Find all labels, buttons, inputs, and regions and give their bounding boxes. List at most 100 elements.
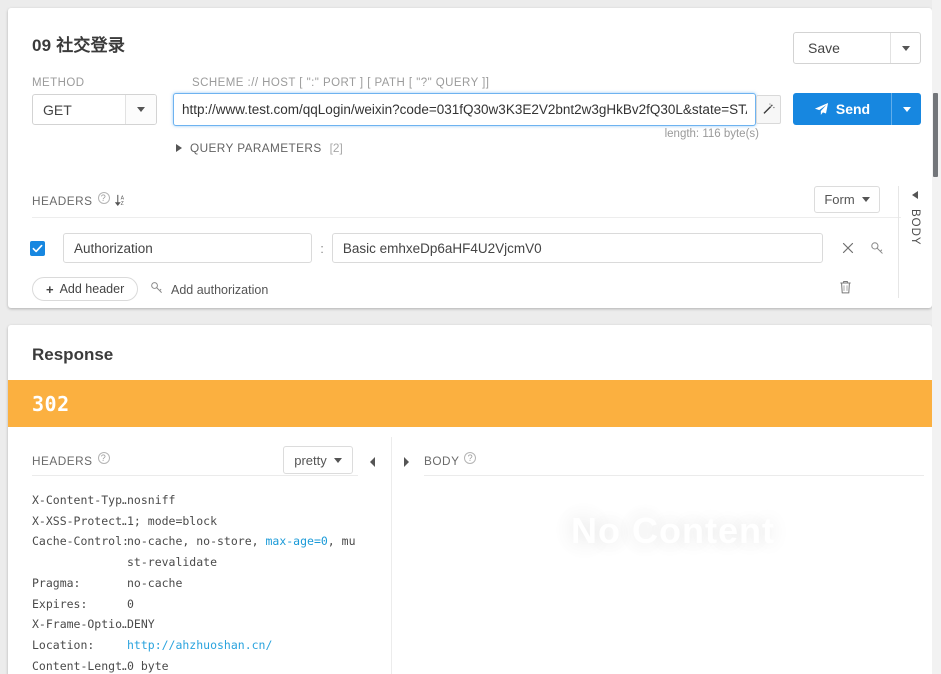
send-paper-plane-icon: [814, 102, 828, 115]
response-header-row: Expires: 0: [32, 594, 362, 615]
headers-section-label: HEADERS ? A Z: [32, 192, 128, 208]
response-header-value-link[interactable]: http://ahzhuoshan.cn/: [127, 635, 272, 656]
response-header-name: X-Content-Typ…: [32, 493, 127, 507]
response-format-select[interactable]: pretty: [283, 446, 353, 474]
response-header-name: X-XSS-Protect…: [32, 513, 127, 528]
response-panel: Response 302 HEADERS ? pretty BODY ? X-C…: [8, 325, 932, 674]
page-title: 09 社交登录: [32, 36, 126, 55]
response-title: Response: [32, 345, 114, 364]
query-parameters-label: QUERY PARAMETERS: [190, 141, 322, 155]
response-panel-divider: [391, 437, 392, 674]
header-value-input[interactable]: [331, 233, 823, 263]
response-body-title: BODY: [424, 454, 460, 468]
headers-format-select[interactable]: Form: [814, 186, 880, 213]
save-button[interactable]: Save: [793, 32, 921, 64]
response-header-value-pre: no-cache, no-store,: [127, 534, 266, 549]
url-length-note: length: 116 byte(s): [664, 128, 759, 140]
status-badge: 302: [8, 380, 932, 427]
add-header-button[interactable]: + Add header: [32, 277, 139, 301]
chevron-left-icon: [912, 191, 918, 199]
url-field-wrapper: [173, 93, 756, 126]
response-header-row: X-Frame-Optio… DENY: [32, 614, 362, 635]
query-parameters-toggle[interactable]: QUERY PARAMETERS [2]: [176, 141, 343, 155]
response-header-row: Pragma: no-cache: [32, 573, 362, 594]
method-label: METHOD: [32, 77, 85, 89]
response-header-row: Cache-Control: no-cache, no-store, max-a…: [32, 531, 362, 552]
response-header-name: Content-Lengt…: [32, 658, 127, 673]
header-separator: :: [320, 240, 324, 256]
app-window: 09 社交登录 METHOD SCHEME :// HOST [ ":" POR…: [0, 0, 941, 674]
response-header-value-token: max-age=0: [265, 534, 328, 549]
add-authorization-button[interactable]: Add authorization: [150, 281, 268, 298]
save-dropdown-chevron-down-icon[interactable]: [890, 33, 920, 63]
sort-az-icon[interactable]: A Z: [114, 194, 128, 207]
arrow-right-icon[interactable]: [401, 455, 411, 473]
trash-icon[interactable]: [838, 279, 853, 300]
question-mark-icon[interactable]: ?: [97, 452, 110, 464]
response-headers-list: X-Content-Typ… nosniff X-XSS-Protect… 1;…: [32, 490, 362, 674]
magic-wand-icon[interactable]: [756, 95, 781, 124]
response-header-value: 1; mode=block: [127, 513, 218, 528]
response-headers-title: HEADERS: [32, 454, 93, 468]
chevron-right-icon: [176, 144, 182, 152]
url-input[interactable]: [173, 93, 756, 126]
question-mark-icon[interactable]: ?: [97, 192, 110, 204]
plus-icon: +: [46, 281, 54, 297]
response-header-value-continuation: st-revalidate: [127, 555, 218, 570]
no-content-watermark: No Content: [571, 510, 775, 551]
response-header-name: X-Frame-Optio…: [32, 617, 127, 632]
arrow-left-icon[interactable]: [368, 455, 378, 473]
response-header-value: 0: [127, 596, 134, 611]
body-side-tab[interactable]: BODY: [903, 191, 927, 246]
add-authorization-label: Add authorization: [171, 282, 269, 297]
send-dropdown-chevron-down-icon[interactable]: [891, 93, 921, 125]
response-header-name: Location:: [32, 637, 95, 652]
response-header-row: X-XSS-Protect… 1; mode=block: [32, 511, 362, 532]
headers-divider: [32, 217, 901, 218]
response-headers-divider: [32, 475, 358, 476]
send-button-label: Send: [835, 101, 871, 117]
send-button[interactable]: Send: [793, 93, 921, 125]
response-header-value-post: , mu: [327, 534, 356, 549]
response-body-divider: [424, 475, 924, 476]
response-headers-label: HEADERS ?: [32, 452, 110, 468]
response-format-value: pretty: [294, 452, 327, 468]
response-header-name: Pragma:: [32, 575, 81, 590]
chevron-down-icon: [861, 197, 870, 202]
header-name-input[interactable]: [63, 233, 313, 263]
response-header-value: nosniff: [127, 493, 176, 507]
close-icon[interactable]: [839, 239, 857, 257]
chevron-down-icon[interactable]: [125, 95, 156, 124]
response-header-row: Content-Lengt… 0 byte: [32, 656, 362, 674]
headers-format-value: Form: [824, 192, 855, 207]
save-button-label: Save: [808, 40, 840, 56]
key-icon[interactable]: [868, 239, 886, 257]
svg-text:Z: Z: [120, 201, 124, 207]
response-header-value: no-cache, no-store, max-age=0, mu: [127, 531, 356, 552]
header-row: :: [30, 233, 886, 263]
page-scrollbar-thumb[interactable]: [933, 93, 938, 177]
page-scrollbar-track[interactable]: [932, 0, 941, 674]
chevron-down-icon: [333, 457, 342, 463]
query-parameters-count: [2]: [329, 141, 343, 155]
status-code: 302: [32, 391, 70, 416]
question-mark-icon[interactable]: ?: [464, 452, 477, 464]
response-header-name: Expires:: [32, 596, 88, 611]
body-side-tab-label: BODY: [909, 209, 921, 246]
request-panel: 09 社交登录 METHOD SCHEME :// HOST [ ":" POR…: [8, 8, 932, 308]
send-button-main[interactable]: Send: [793, 93, 891, 125]
key-icon: [150, 281, 164, 298]
method-select[interactable]: GET: [32, 94, 157, 125]
add-header-label: Add header: [59, 282, 125, 296]
response-header-name: Cache-Control:: [32, 534, 127, 549]
response-header-row: Location: http://ahzhuoshan.cn/: [32, 635, 362, 656]
response-header-continuation-row: st-revalidate: [32, 552, 362, 573]
headers-section-title: HEADERS: [32, 194, 93, 208]
response-header-row: X-Content-Typ… nosniff: [32, 490, 362, 511]
response-header-value: 0 byte: [127, 658, 169, 673]
method-select-value: GET: [43, 101, 72, 118]
header-enabled-checkbox[interactable]: [30, 240, 45, 256]
response-body-label: BODY ?: [424, 452, 477, 468]
url-format-label: SCHEME :// HOST [ ":" PORT ] [ PATH [ "?…: [192, 77, 490, 89]
response-header-value: no-cache: [127, 575, 183, 590]
